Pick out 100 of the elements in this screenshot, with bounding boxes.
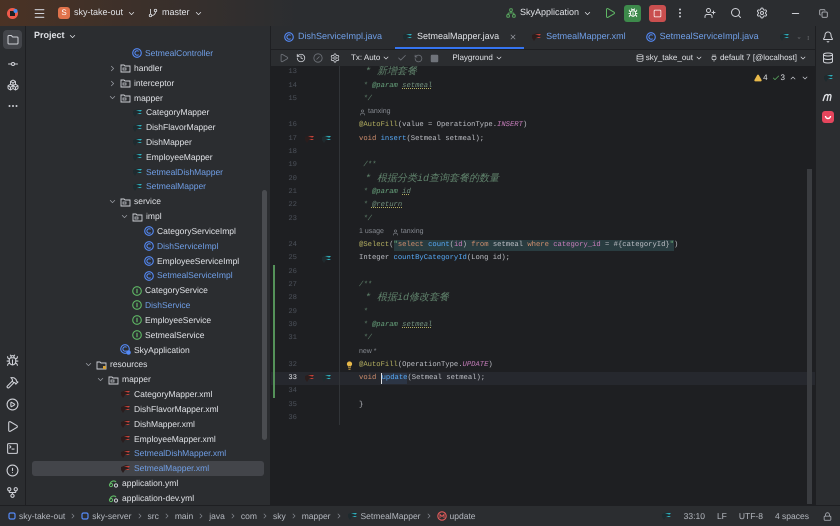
tree-item[interactable]: handler [32, 60, 264, 76]
database-icon[interactable] [822, 52, 834, 64]
restore-icon[interactable] [819, 8, 828, 18]
tree-item[interactable]: SetmealDishMapper.xml [32, 446, 264, 462]
tree-item[interactable]: SetmealDishMapper [32, 164, 264, 180]
maven-icon[interactable] [822, 92, 834, 102]
history-icon[interactable] [296, 53, 306, 63]
add-user-icon[interactable] [704, 7, 716, 19]
breadcrumb[interactable]: sky-take-out [8, 510, 66, 522]
scrollbar-thumb[interactable] [262, 190, 267, 440]
tree-item[interactable]: DishFlavorMapper.xml [32, 402, 264, 417]
debug-button[interactable] [624, 4, 641, 22]
next-icon[interactable] [801, 74, 809, 82]
editor-scrollbar[interactable] [807, 169, 812, 504]
breadcrumb[interactable]: com [240, 510, 257, 522]
tree-item[interactable]: EmployeeServiceImpl [32, 254, 264, 268]
tree-item[interactable]: application.yml [32, 476, 264, 491]
caret-position[interactable]: 33:10 [684, 510, 705, 522]
menu-icon[interactable] [33, 6, 46, 20]
tree-item[interactable]: SetmealServiceImpl [32, 268, 264, 284]
structure-icon[interactable] [6, 79, 18, 91]
tree-item[interactable]: CategoryServiceImpl [32, 224, 264, 239]
xml-file-icon [120, 448, 131, 459]
problems-icon[interactable] [6, 464, 19, 477]
git-icon[interactable] [6, 486, 19, 499]
playground-dropdown[interactable]: Playground [452, 52, 503, 64]
notifications-icon[interactable] [822, 31, 834, 43]
tree-item[interactable]: EmployeeMapper.xml [32, 432, 264, 446]
tree-item[interactable]: mapper [32, 90, 264, 106]
stop-icon[interactable] [430, 54, 440, 62]
execute-icon[interactable] [279, 53, 289, 63]
file-encoding[interactable]: UTF-8 [738, 510, 763, 522]
settings-icon[interactable] [330, 53, 340, 63]
plugin-icon[interactable] [822, 111, 834, 123]
line-ending[interactable]: LF [716, 510, 727, 522]
tree-item[interactable]: CategoryMapper.xml [32, 387, 264, 402]
breadcrumb[interactable]: mapper [302, 510, 331, 522]
rollback-icon[interactable] [414, 54, 424, 62]
project-switcher-button[interactable]: S sky-take-out [58, 6, 136, 20]
tree-item[interactable]: DishMapper.xml [32, 416, 264, 432]
settings-icon[interactable] [756, 7, 768, 19]
tree-item[interactable]: service [32, 194, 264, 210]
project-name: sky-take-out [74, 6, 124, 20]
lightbulb-icon[interactable] [345, 360, 354, 370]
class-icon [144, 270, 154, 281]
stop-button[interactable] [649, 4, 666, 22]
schema-dropdown[interactable]: sky_take_out [636, 52, 703, 64]
debug-icon[interactable] [6, 354, 19, 367]
close-icon[interactable] [509, 32, 518, 40]
tree-item[interactable]: EmployeeService [32, 312, 264, 328]
tree-item[interactable]: impl [32, 209, 264, 224]
tree-item[interactable]: CategoryMapper [32, 105, 264, 120]
breadcrumb[interactable]: update [436, 510, 476, 522]
editor-tab[interactable]: SetmealServiceImpl.java [638, 26, 772, 49]
terminal-icon[interactable] [6, 442, 19, 455]
run-configuration[interactable]: SkyApplication [506, 6, 592, 20]
tree-item[interactable]: DishFlavorMapper [32, 120, 264, 135]
indent-setting[interactable]: 4 spaces [774, 510, 809, 522]
breadcrumb[interactable]: sky-server [81, 510, 132, 522]
build-icon[interactable] [6, 376, 19, 389]
passed-count[interactable]: 3 [772, 72, 785, 84]
previous-icon[interactable] [789, 74, 797, 82]
tree-item[interactable]: SkyApplication [32, 342, 264, 358]
editor-tab[interactable]: SetmealMapper.xml [524, 26, 639, 49]
tree-item[interactable]: SetmealMapper [32, 179, 264, 194]
tree-item[interactable]: DishMapper [32, 134, 264, 150]
project-badge: S [58, 7, 70, 19]
tree-item[interactable]: interceptor [32, 76, 264, 90]
project-tool-button[interactable] [3, 30, 22, 49]
class-icon [144, 226, 154, 236]
transaction-mode-dropdown[interactable]: Tx: Auto [351, 52, 390, 64]
tree-item[interactable]: SetmealService [32, 328, 264, 343]
tree-item[interactable]: EmployeeMapper [32, 150, 264, 165]
tree-item[interactable]: resources [32, 357, 264, 372]
datasource-dropdown[interactable]: default 7 [@localhost] [710, 52, 807, 64]
breadcrumb[interactable]: sky [272, 510, 286, 522]
lock-icon[interactable] [823, 512, 832, 520]
tree-item[interactable]: mapper [32, 372, 264, 388]
app-logo-icon [6, 6, 19, 20]
warnings-count[interactable]: 4 [754, 72, 768, 84]
tree-item[interactable]: DishServiceImpl [32, 238, 264, 254]
mapper-file-icon [132, 182, 143, 192]
run-icon[interactable] [6, 420, 19, 433]
run-icon[interactable] [604, 7, 616, 19]
search-icon[interactable] [730, 7, 742, 19]
services-icon[interactable] [6, 398, 19, 411]
tree-item[interactable]: SetmealController [32, 46, 264, 61]
editor-tab[interactable]: DishServiceImpl.java [277, 26, 396, 49]
breadcrumb[interactable]: src [148, 510, 159, 522]
breadcrumb[interactable]: main [174, 510, 194, 522]
chevron-down-icon [494, 54, 503, 62]
breadcrumb[interactable]: java [209, 510, 225, 522]
branch-selector[interactable]: master [148, 6, 203, 20]
tree-item[interactable]: application-dev.yml [32, 490, 264, 506]
tree-item[interactable]: CategoryService [32, 283, 264, 298]
cancel-icon[interactable] [313, 53, 323, 63]
tool-window-title-dropdown[interactable]: Project [26, 26, 270, 46]
breadcrumb[interactable]: SetmealMapper [346, 510, 421, 522]
tree-item[interactable]: SetmealMapper.xml [32, 461, 264, 476]
tree-item[interactable]: DishService [32, 298, 264, 313]
